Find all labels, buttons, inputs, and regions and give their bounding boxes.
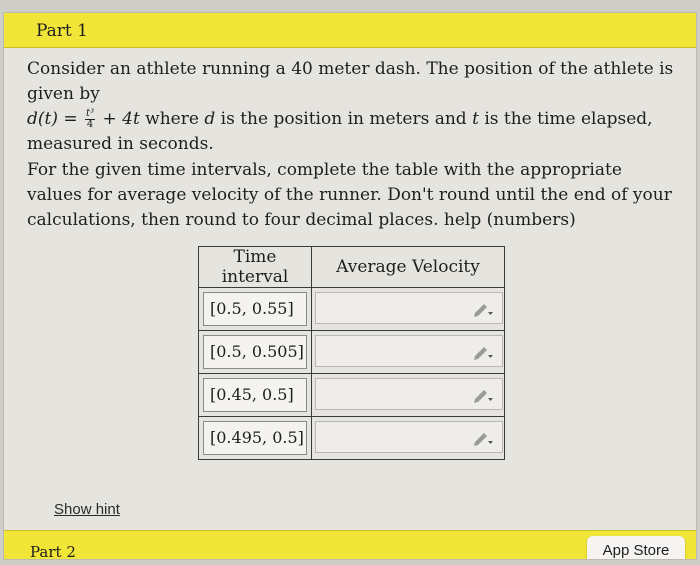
header-time-interval: Time interval — [198, 246, 312, 288]
var-t: t — [472, 109, 479, 129]
part1-header: Part 1 — [4, 13, 696, 48]
answer-cell — [311, 416, 505, 460]
table-row: [0.495, 0.5] — [198, 416, 505, 460]
interval-value: [0.5, 0.505] — [203, 335, 307, 369]
velocity-table: Time interval Average Velocity [0.5, 0.5… — [198, 246, 505, 460]
table-header-row: Time interval Average Velocity — [198, 246, 505, 288]
var-d: d — [204, 109, 216, 129]
part2-label: Part 2 — [30, 543, 76, 560]
answer-cell — [311, 330, 505, 374]
interval-cell: [0.5, 0.505] — [198, 330, 312, 374]
help-link[interactable]: help (numbers) — [444, 210, 576, 230]
formula-equals: = — [57, 109, 84, 129]
intro-sentence: Consider an athlete running a 40 meter d… — [27, 59, 674, 104]
interval-value: [0.495, 0.5] — [203, 421, 307, 455]
interval-cell: [0.45, 0.5] — [198, 373, 312, 417]
interval-cell: [0.495, 0.5] — [198, 416, 312, 460]
pencil-icon[interactable] — [472, 344, 494, 360]
part1-label: Part 1 — [36, 21, 88, 41]
answer-cell — [311, 287, 505, 331]
interval-cell: [0.5, 0.55] — [198, 287, 312, 331]
intro-position-text: is the position in meters and — [215, 109, 473, 129]
formula-fraction: t³ 4 — [85, 109, 96, 130]
pencil-icon[interactable] — [472, 301, 494, 317]
interval-value: [0.5, 0.55] — [203, 292, 307, 326]
interval-value: [0.45, 0.5] — [203, 378, 307, 412]
table-row: [0.5, 0.505] — [198, 330, 505, 374]
formula-linear-term: + 4t — [97, 109, 140, 129]
pencil-icon[interactable] — [472, 430, 494, 446]
pencil-icon[interactable] — [472, 387, 494, 403]
fraction-denominator: 4 — [86, 119, 94, 130]
answer-cell — [311, 373, 505, 417]
instructions: For the given time intervals, complete t… — [27, 158, 682, 233]
question-panel: Part 1 Consider an athlete running a 40 … — [3, 12, 697, 560]
problem-statement: Consider an athlete running a 40 meter d… — [27, 57, 682, 157]
show-hint-link[interactable]: Show hint — [54, 501, 120, 518]
app-store-button[interactable]: App Store — [587, 536, 685, 559]
table-row: [0.5, 0.55] — [198, 287, 505, 331]
header-average-velocity: Average Velocity — [311, 246, 505, 288]
formula-lhs: d(t) — [27, 109, 58, 129]
table-row: [0.45, 0.5] — [198, 373, 505, 417]
intro-where: where — [139, 109, 205, 129]
